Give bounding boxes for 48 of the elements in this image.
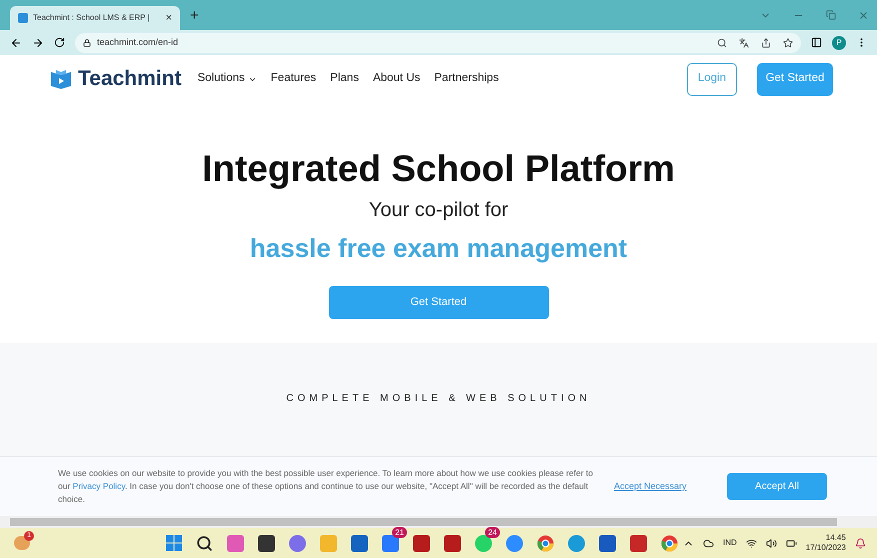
nav-link[interactable]: Partnerships xyxy=(434,70,499,88)
weather-icon[interactable] xyxy=(14,536,30,550)
hero-title: Integrated School Platform xyxy=(202,147,675,191)
close-tab-button[interactable]: × xyxy=(166,10,172,26)
nav-link[interactable]: Solutions xyxy=(197,70,257,88)
horizontal-scrollbar[interactable] xyxy=(0,516,877,528)
cookie-notice: We use cookies on our website to provide you with the best possible user experience. To learn more about how we use cookies please refer to our Privacy Policy. In case you don't choose one of these options and continue to use our website, "Accept All" will be recorded as the default choice. xyxy=(58,467,594,506)
nav-link[interactable]: Features xyxy=(270,70,316,88)
cloud-icon[interactable] xyxy=(703,538,714,548)
browser-tab[interactable]: Teachmint : School LMS & ERP | × xyxy=(10,6,180,30)
close-icon[interactable] xyxy=(858,10,869,20)
share-icon[interactable] xyxy=(761,38,771,48)
reload-icon[interactable] xyxy=(54,37,65,48)
tab-title: Teachmint : School LMS & ERP | xyxy=(33,12,150,24)
scrollbar-thumb[interactable] xyxy=(10,518,837,526)
translate-icon[interactable] xyxy=(739,38,749,48)
notification-badge: 24 xyxy=(485,527,500,538)
battery-icon[interactable] xyxy=(786,538,797,548)
side-panel-icon[interactable] xyxy=(811,37,822,48)
search-icon[interactable] xyxy=(196,534,213,552)
url-text: teachmint.com/en-id xyxy=(97,36,178,49)
section-heading: COMPLETE MOBILE & WEB SOLUTION xyxy=(286,392,591,403)
bookmark-star-icon[interactable] xyxy=(783,38,793,48)
language-indicator[interactable]: IND xyxy=(723,537,737,549)
speaker-icon[interactable] xyxy=(766,538,777,548)
notification-bell-icon[interactable] xyxy=(854,538,866,548)
app-icon[interactable] xyxy=(413,534,430,552)
forward-icon[interactable] xyxy=(32,36,44,48)
new-tab-button[interactable]: + xyxy=(190,5,199,28)
restore-icon[interactable] xyxy=(826,10,836,20)
start-icon[interactable] xyxy=(166,535,182,551)
clock-date[interactable]: 17/10/2023 xyxy=(806,543,846,553)
zoom-icon[interactable] xyxy=(717,38,727,48)
wifi-icon[interactable] xyxy=(746,538,757,548)
back-icon[interactable] xyxy=(10,36,22,48)
nav-link[interactable]: About Us xyxy=(372,70,420,88)
app-icon[interactable] xyxy=(444,534,461,552)
profile-avatar[interactable]: P xyxy=(832,36,846,50)
hero-subtitle: Your co-pilot for xyxy=(368,198,508,223)
brand-name[interactable]: Teachmint xyxy=(78,63,182,95)
clock-time[interactable]: 14.45 xyxy=(826,533,846,543)
book-logo-icon xyxy=(50,69,72,89)
lock-icon xyxy=(83,38,91,46)
address-bar[interactable]: teachmint.com/en-id xyxy=(75,32,801,52)
nav-link[interactable]: Plans xyxy=(330,70,359,88)
hero-highlight: hassle free exam management xyxy=(250,232,628,265)
notification-badge: 21 xyxy=(392,527,407,538)
app-icon[interactable] xyxy=(227,534,244,552)
